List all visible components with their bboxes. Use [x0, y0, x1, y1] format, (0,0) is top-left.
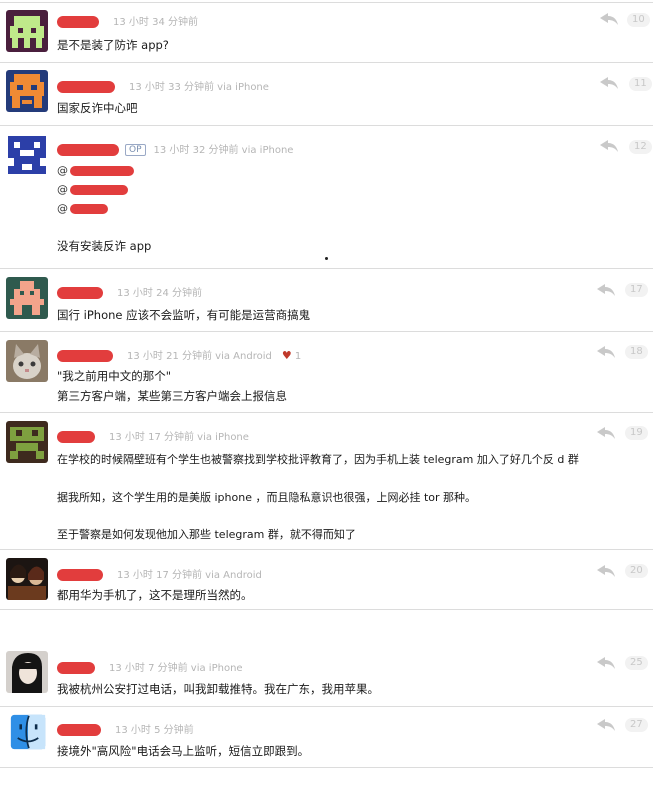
redacted-username[interactable]	[57, 144, 119, 156]
reply-meta: 13 小时 17 分钟前 via iPhone	[57, 428, 249, 443]
reply-content: 没有安装反诈 app	[57, 239, 152, 253]
reply-meta: 13 小时 17 分钟前 via Android	[57, 566, 262, 581]
timestamp: 13 小时 5 分钟前	[115, 725, 194, 736]
divider	[0, 2, 653, 3]
floor-number: 25	[625, 656, 648, 670]
reply-icon[interactable]	[597, 427, 615, 439]
reply-icon[interactable]	[597, 284, 615, 296]
floor-number: 27	[625, 718, 648, 732]
floor-number: 12	[629, 140, 652, 154]
reply-meta: 13 小时 34 分钟前	[57, 13, 198, 28]
reply-content: 至于警察是如何发现他加入那些 telegram 群，就不得而知了	[57, 528, 356, 541]
divider	[0, 767, 653, 768]
reply-meta: 13 小时 24 分钟前	[57, 284, 202, 299]
divider	[0, 331, 653, 332]
divider	[0, 412, 653, 413]
timestamp: 13 小时 21 分钟前 via Android	[127, 351, 272, 362]
reply-content: 在学校的时候隔壁班有个学生也被警察找到学校批评教育了，因为手机上装 telegr…	[57, 453, 579, 466]
reply-icon[interactable]	[597, 719, 615, 731]
floor-number: 18	[625, 345, 648, 359]
divider	[0, 268, 653, 269]
reply-meta: 13 小时 21 分钟前 via Android ♥ 1	[57, 347, 301, 362]
like-count: 1	[294, 351, 302, 362]
floor-number: 19	[625, 426, 648, 440]
divider	[0, 62, 653, 63]
reply-icon[interactable]	[597, 657, 615, 669]
reply-icon[interactable]	[600, 140, 618, 152]
reply-content: 都用华为手机了，这不是理所当然的。	[57, 588, 253, 602]
reply-icon[interactable]	[597, 565, 615, 577]
avatar[interactable]	[6, 134, 48, 176]
reply-content: 国行 iPhone 应该不会监听，有可能是运营商搞鬼	[57, 308, 311, 322]
timestamp: 13 小时 7 分钟前 via iPhone	[109, 663, 243, 674]
mention[interactable]: @	[57, 183, 128, 196]
divider	[0, 609, 653, 610]
op-badge: OP	[125, 144, 146, 156]
avatar[interactable]	[10, 714, 46, 750]
mention[interactable]: @	[57, 164, 134, 177]
reply-content: 第三方客户端，某些第三方客户端会上报信息	[57, 389, 287, 403]
timestamp: 13 小时 17 分钟前 via iPhone	[109, 432, 249, 443]
avatar[interactable]	[6, 10, 48, 52]
redacted-username[interactable]	[57, 724, 101, 736]
redacted-username[interactable]	[57, 350, 113, 362]
reply-icon[interactable]	[597, 346, 615, 358]
quote-line: "我之前用中文的那个"	[57, 369, 172, 383]
avatar[interactable]	[6, 340, 48, 382]
reply-content: 国家反诈中心吧	[57, 101, 138, 115]
floor-number: 20	[625, 564, 648, 578]
reply-meta: 13 小时 7 分钟前 via iPhone	[57, 659, 243, 674]
avatar[interactable]	[6, 421, 48, 463]
floor-number: 17	[625, 283, 648, 297]
reply-content: 据我所知，这个学生用的是美版 iphone ，而且隐私意识也很强，上网必挂 to…	[57, 491, 477, 504]
floor-number: 10	[627, 13, 650, 27]
stray-dot	[325, 257, 328, 260]
divider	[0, 706, 653, 707]
timestamp: 13 小时 24 分钟前	[117, 288, 202, 299]
reply-meta: OP 13 小时 32 分钟前 via iPhone	[57, 141, 293, 156]
redacted-username[interactable]	[57, 287, 103, 299]
divider	[0, 125, 653, 126]
reply-meta: 13 小时 33 分钟前 via iPhone	[57, 78, 269, 93]
redacted-username[interactable]	[57, 662, 95, 674]
timestamp: 13 小时 32 分钟前 via iPhone	[153, 145, 294, 156]
redacted-username[interactable]	[57, 431, 95, 443]
avatar[interactable]	[6, 558, 48, 600]
redacted-username[interactable]	[57, 16, 99, 28]
heart-icon: ♥	[281, 349, 292, 362]
avatar[interactable]	[6, 277, 48, 319]
timestamp: 13 小时 34 分钟前	[113, 17, 198, 28]
timestamp: 13 小时 33 分钟前 via iPhone	[129, 82, 269, 93]
reply-content: 我被杭州公安打过电话，叫我卸载推特。我在广东，我用苹果。	[57, 682, 379, 696]
reply-icon[interactable]	[600, 13, 618, 25]
divider	[0, 549, 653, 550]
redacted-username[interactable]	[57, 81, 115, 93]
timestamp: 13 小时 17 分钟前 via Android	[117, 570, 262, 581]
redacted-username[interactable]	[57, 569, 103, 581]
reply-content: 接境外"高风险"电话会马上监听，短信立即跟到。	[57, 744, 310, 758]
avatar[interactable]	[6, 651, 48, 693]
mention[interactable]: @	[57, 202, 108, 215]
floor-number: 11	[629, 77, 652, 91]
reply-content: 是不是装了防诈 app?	[57, 38, 169, 52]
reply-meta: 13 小时 5 分钟前	[57, 721, 194, 736]
reply-icon[interactable]	[600, 77, 618, 89]
avatar[interactable]	[6, 70, 48, 112]
reply-thread: 13 小时 34 分钟前 10 是不是装了防诈 app? 13 小时 33 分钟…	[0, 0, 653, 800]
